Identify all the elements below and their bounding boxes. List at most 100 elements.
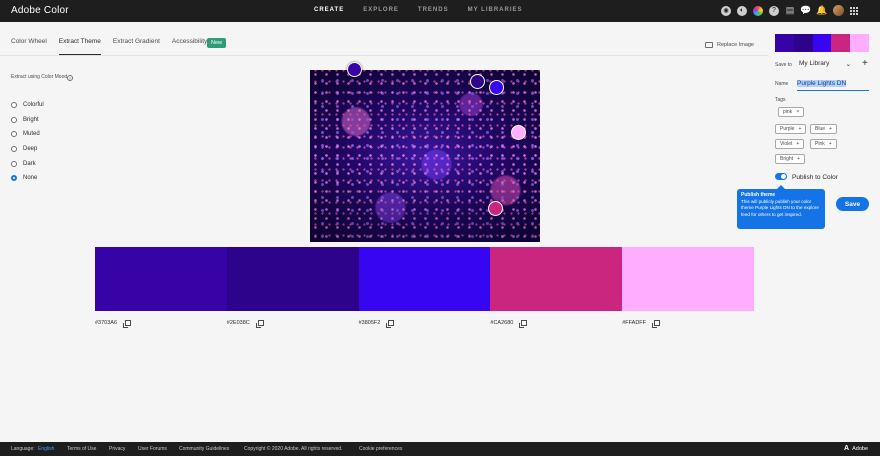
add-library-button[interactable]: +	[862, 58, 868, 69]
mood-option-bright[interactable]: Bright	[11, 113, 44, 128]
tab-color-wheel[interactable]: Color Wheel	[11, 38, 47, 55]
radio-icon	[11, 146, 17, 153]
app-title[interactable]: Adobe Color	[11, 5, 69, 16]
hex-value[interactable]: #3703A6	[95, 320, 117, 326]
mood-option-muted[interactable]: Muted	[11, 127, 44, 142]
tab-extract-gradient[interactable]: Extract Gradient	[113, 38, 160, 55]
apps-grid-icon[interactable]	[850, 6, 858, 15]
swatch-2[interactable]	[226, 247, 359, 311]
contrast-icon[interactable]: ◐	[737, 5, 747, 16]
footer-link-terms[interactable]: Terms of Use	[67, 446, 96, 452]
swatch-4[interactable]	[490, 247, 623, 311]
publish-toggle[interactable]	[775, 173, 787, 180]
mood-option-none[interactable]: None	[11, 171, 44, 186]
copy-icon[interactable]	[386, 320, 395, 328]
library-select[interactable]: My Library ⌄	[799, 60, 851, 68]
main-nav: CREATE EXPLORE TRENDS MY LIBRARIES	[314, 7, 542, 13]
hex-value[interactable]: #2E038C	[227, 320, 250, 326]
color-picker-1[interactable]	[347, 62, 362, 77]
settings-icon[interactable]: ✺	[721, 5, 731, 16]
hex-value[interactable]: #CA2680	[490, 320, 513, 326]
save-to-label: Save to	[775, 62, 792, 68]
publish-label: Publish to Color	[792, 174, 838, 181]
tooltip-body: This will publicly publish your color th…	[741, 199, 819, 217]
feedback-icon[interactable]: 💬	[800, 5, 811, 16]
tags-label: Tags	[775, 97, 786, 103]
theme-swatches	[95, 247, 754, 311]
hex-values: #3703A6 #2E038C #3805F2 #CA2680 #FFADFF	[95, 320, 754, 328]
bell-icon[interactable]: 🔔	[816, 5, 827, 16]
swatch-5[interactable]	[622, 247, 754, 311]
suggested-tag[interactable]: Pink +	[810, 139, 837, 149]
save-button[interactable]: Save	[836, 197, 869, 211]
add-tag-icon: +	[796, 141, 800, 147]
swatch-1[interactable]	[95, 247, 227, 311]
mood-option-label: Deep	[23, 146, 38, 153]
remove-tag-icon[interactable]: ×	[796, 109, 799, 115]
add-tag-icon: +	[798, 126, 802, 132]
add-tag-icon: +	[828, 141, 832, 147]
nav-explore[interactable]: EXPLORE	[363, 7, 399, 13]
mood-option-label: None	[23, 175, 38, 182]
adobe-logo-icon: A	[844, 445, 850, 452]
mood-option-label: Bright	[23, 116, 39, 123]
footer: Language: English Terms of Use Privacy U…	[0, 442, 880, 456]
mood-help-icon[interactable]: ?	[67, 75, 73, 81]
swatch-3[interactable]	[358, 247, 491, 311]
footer-link-guidelines[interactable]: Community Guidelines	[179, 446, 229, 452]
nav-create[interactable]: CREATE	[314, 7, 344, 13]
footer-link-cookies[interactable]: Cookie preferences	[359, 446, 402, 452]
copy-icon[interactable]	[652, 320, 661, 328]
copyright: Copyright © 2020 Adobe. All rights reser…	[244, 446, 343, 452]
add-tag-icon: +	[829, 126, 832, 132]
radio-icon	[11, 131, 17, 138]
theme-name-input[interactable]: Purple Lights DN	[797, 78, 869, 91]
radio-checked-icon	[11, 175, 17, 182]
nav-trends[interactable]: TRENDS	[418, 7, 449, 13]
name-label: Name	[775, 81, 789, 87]
mood-heading: Extract using Color Mood	[11, 74, 68, 80]
applied-tag[interactable]: pink ×	[778, 107, 805, 117]
color-picker-5[interactable]	[511, 125, 526, 140]
suggested-tag[interactable]: Blue +	[810, 124, 837, 134]
notifications-icon[interactable]: ▤	[785, 5, 795, 16]
mood-option-label: Colorful	[23, 102, 44, 109]
color-wheel-icon[interactable]	[753, 5, 763, 16]
mood-option-deep[interactable]: Deep	[11, 142, 44, 157]
tag-label: Blue	[815, 126, 826, 132]
suggested-tag[interactable]: Violet +	[775, 139, 805, 149]
nav-my-libraries[interactable]: MY LIBRARIES	[468, 7, 523, 13]
color-picker-2[interactable]	[470, 74, 485, 89]
copy-icon[interactable]	[255, 320, 264, 328]
adobe-brand: Adobe	[852, 445, 868, 452]
tab-extract-theme[interactable]: Extract Theme	[58, 38, 101, 55]
hex-value[interactable]: #3805F2	[359, 320, 381, 326]
language-label: Language:	[11, 446, 35, 452]
mood-option-label: Dark	[23, 160, 36, 167]
adobe-logo[interactable]: A Adobe	[844, 445, 868, 452]
user-avatar[interactable]	[833, 5, 844, 16]
tag-label: Purple	[780, 126, 795, 132]
hex-value[interactable]: #FFADFF	[622, 320, 646, 326]
replace-image-button[interactable]: Replace Image	[705, 42, 754, 48]
tooltip-title: Publish theme	[741, 192, 776, 198]
suggested-tag[interactable]: Bright +	[775, 154, 805, 164]
suggested-tag[interactable]: Purple +	[775, 124, 807, 134]
add-tag-icon: +	[797, 156, 800, 162]
new-badge: New	[207, 38, 227, 48]
footer-link-privacy[interactable]: Privacy	[109, 446, 125, 452]
top-icons: ✺ ◐ ? ▤ 💬 🔔	[721, 5, 858, 16]
mood-option-dark[interactable]: Dark	[11, 156, 44, 171]
radio-icon	[11, 160, 17, 167]
mood-option-colorful[interactable]: Colorful	[11, 98, 44, 113]
language-select[interactable]: English	[38, 446, 54, 452]
tag-label: Pink	[815, 141, 825, 147]
tag-label: pink	[783, 109, 793, 115]
color-picker-3[interactable]	[489, 80, 504, 95]
color-picker-4[interactable]	[488, 201, 503, 216]
tag-label: Bright	[780, 156, 794, 162]
footer-link-forums[interactable]: User Forums	[138, 446, 167, 452]
copy-icon[interactable]	[519, 320, 528, 328]
copy-icon[interactable]	[123, 320, 132, 328]
help-icon[interactable]: ?	[769, 5, 779, 16]
